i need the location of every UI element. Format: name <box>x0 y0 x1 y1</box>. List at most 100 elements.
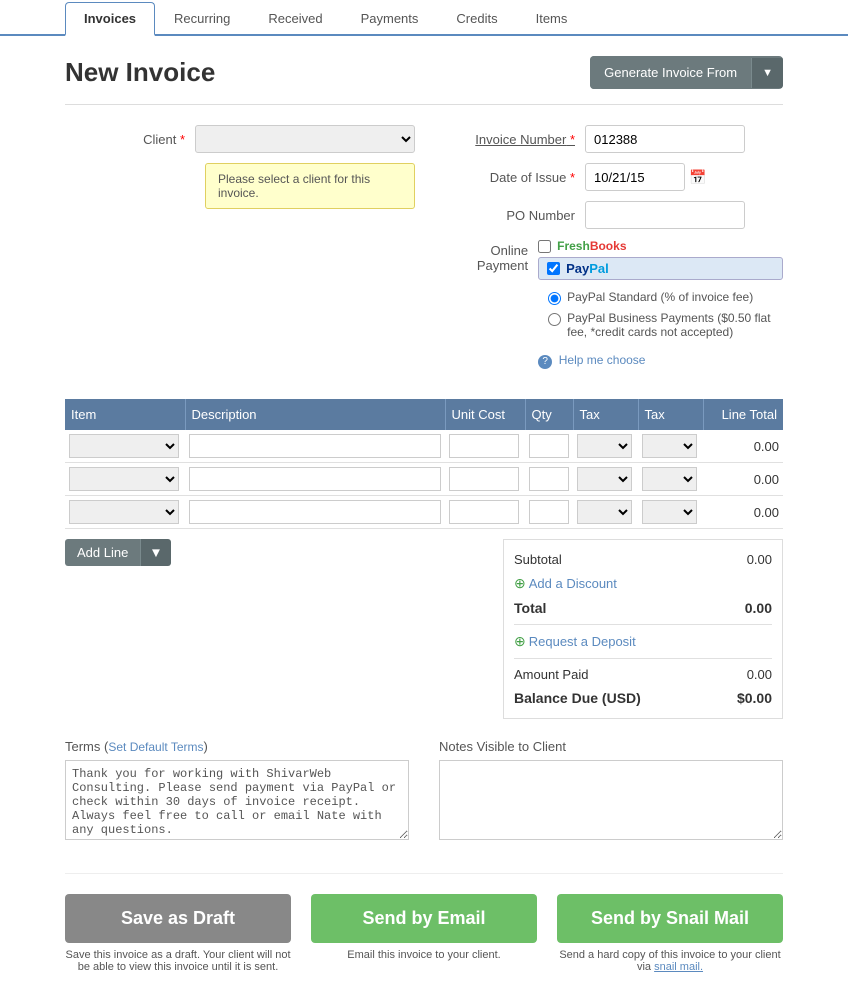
invoice-table: Item Description Unit Cost Qty Tax Tax L… <box>65 399 783 529</box>
paypal-standard-label: PayPal Standard (% of invoice fee) <box>567 290 753 304</box>
invoice-number-label: Invoice Number <box>455 132 585 147</box>
subtotal-row: Subtotal 0.00 <box>514 548 772 571</box>
freshbooks-payment-option[interactable]: FreshBooks <box>538 239 783 253</box>
subtotal-value: 0.00 <box>747 552 772 567</box>
tab-items[interactable]: Items <box>517 2 587 36</box>
paypal-checkbox[interactable] <box>547 262 560 275</box>
terms-section: Terms (Set Default Terms) Thank you for … <box>65 739 409 843</box>
cost-input-3[interactable] <box>449 500 519 524</box>
add-line-wrapper: Add Line ▼ <box>65 539 171 566</box>
send-email-desc: Email this invoice to your client. <box>311 949 537 961</box>
table-row: 0.00 <box>65 430 783 463</box>
client-label: Client <box>65 132 195 147</box>
tax-select-1b[interactable] <box>642 434 697 458</box>
send-email-button[interactable]: Send by Email <box>311 894 537 943</box>
tax-select-3a[interactable] <box>577 500 632 524</box>
snail-mail-link[interactable]: snail mail. <box>654 961 703 973</box>
tab-payments[interactable]: Payments <box>342 2 438 36</box>
po-number-input[interactable] <box>585 201 745 229</box>
tab-received[interactable]: Received <box>249 2 341 36</box>
date-of-issue-input[interactable] <box>585 163 685 191</box>
action-buttons-row: Save as Draft Save this invoice as a dra… <box>65 873 783 973</box>
save-draft-wrap: Save as Draft Save this invoice as a dra… <box>65 894 291 973</box>
notes-label: Notes Visible to Client <box>439 739 783 754</box>
table-row: 0.00 <box>65 463 783 496</box>
paypal-business-label: PayPal Business Payments ($0.50 flat fee… <box>567 311 783 339</box>
total-row: Total 0.00 <box>514 596 772 620</box>
desc-input-3[interactable] <box>189 500 441 524</box>
freshbooks-logo: FreshBooks <box>557 239 626 253</box>
generate-invoice-btn[interactable]: Generate Invoice From ▼ <box>590 56 783 89</box>
generate-invoice-arrow[interactable]: ▼ <box>751 58 783 88</box>
send-snail-button[interactable]: Send by Snail Mail <box>557 894 783 943</box>
balance-due-label: Balance Due (USD) <box>514 690 641 706</box>
page-title: New Invoice <box>65 57 215 88</box>
col-item: Item <box>65 399 185 430</box>
balance-due-row: Balance Due (USD) $0.00 <box>514 686 772 710</box>
tab-bar: Invoices Recurring Received Payments Cre… <box>0 0 848 36</box>
total-value: 0.00 <box>745 600 772 616</box>
tax-select-1a[interactable] <box>577 434 632 458</box>
deposit-plus-icon: ⊕ <box>514 633 526 649</box>
tab-invoices[interactable]: Invoices <box>65 2 155 36</box>
line-total-1: 0.00 <box>703 430 783 463</box>
help-icon: ? <box>538 355 552 369</box>
client-tooltip: Please select a client for this invoice. <box>205 163 415 209</box>
generate-invoice-main[interactable]: Generate Invoice From <box>590 56 751 89</box>
desc-input-2[interactable] <box>189 467 441 491</box>
col-tax2: Tax <box>638 399 703 430</box>
col-tax1: Tax <box>573 399 638 430</box>
invoice-number-input[interactable] <box>585 125 745 153</box>
add-discount-link[interactable]: Add a Discount <box>529 576 617 591</box>
freshbooks-checkbox[interactable] <box>538 240 551 253</box>
save-draft-button[interactable]: Save as Draft <box>65 894 291 943</box>
po-number-label: PO Number <box>455 208 585 223</box>
send-snail-wrap: Send by Snail Mail Send a hard copy of t… <box>557 894 783 973</box>
request-deposit-link[interactable]: Request a Deposit <box>529 634 636 649</box>
line-total-2: 0.00 <box>703 463 783 496</box>
cost-input-2[interactable] <box>449 467 519 491</box>
tax-select-3b[interactable] <box>642 500 697 524</box>
qty-input-2[interactable] <box>529 467 569 491</box>
help-link[interactable]: Help me choose <box>559 353 646 367</box>
desc-input-1[interactable] <box>189 434 441 458</box>
item-select-1[interactable] <box>69 434 179 458</box>
paypal-standard-option[interactable]: PayPal Standard (% of invoice fee) <box>548 290 783 305</box>
online-payment-label: Online Payment <box>455 239 538 273</box>
qty-input-3[interactable] <box>529 500 569 524</box>
date-of-issue-label: Date of Issue <box>455 170 585 185</box>
add-line-caret[interactable]: ▼ <box>140 539 170 566</box>
request-deposit-row: ⊕Request a Deposit <box>514 629 772 654</box>
paypal-logo: PayPal <box>566 261 609 276</box>
subtotal-label: Subtotal <box>514 552 562 567</box>
item-select-2[interactable] <box>69 467 179 491</box>
col-description: Description <box>185 399 445 430</box>
tab-recurring[interactable]: Recurring <box>155 2 249 36</box>
save-draft-desc: Save this invoice as a draft. Your clien… <box>65 949 291 973</box>
amount-paid-value: 0.00 <box>747 667 772 682</box>
item-select-3[interactable] <box>69 500 179 524</box>
tax-select-2a[interactable] <box>577 467 632 491</box>
balance-due-value: $0.00 <box>737 690 772 706</box>
notes-textarea[interactable] <box>439 760 783 840</box>
client-select[interactable] <box>195 125 415 153</box>
terms-label: Terms <box>65 739 100 754</box>
cost-input-1[interactable] <box>449 434 519 458</box>
discount-plus-icon: ⊕ <box>514 575 526 591</box>
paypal-payment-option[interactable]: PayPal <box>538 257 783 280</box>
notes-section: Notes Visible to Client <box>439 739 783 843</box>
col-line-total: Line Total <box>703 399 783 430</box>
table-row: 0.00 <box>65 496 783 529</box>
qty-input-1[interactable] <box>529 434 569 458</box>
tax-select-2b[interactable] <box>642 467 697 491</box>
line-total-3: 0.00 <box>703 496 783 529</box>
set-default-terms-link[interactable]: Set Default Terms <box>108 740 203 754</box>
paypal-business-option[interactable]: PayPal Business Payments ($0.50 flat fee… <box>548 311 783 339</box>
col-qty: Qty <box>525 399 573 430</box>
send-snail-desc: Send a hard copy of this invoice to your… <box>557 949 783 973</box>
terms-textarea[interactable]: Thank you for working with ShivarWeb Con… <box>65 760 409 840</box>
add-line-button[interactable]: Add Line <box>65 539 140 566</box>
amount-paid-label: Amount Paid <box>514 667 588 682</box>
tab-credits[interactable]: Credits <box>437 2 516 36</box>
calendar-icon[interactable]: 📅 <box>689 169 706 186</box>
